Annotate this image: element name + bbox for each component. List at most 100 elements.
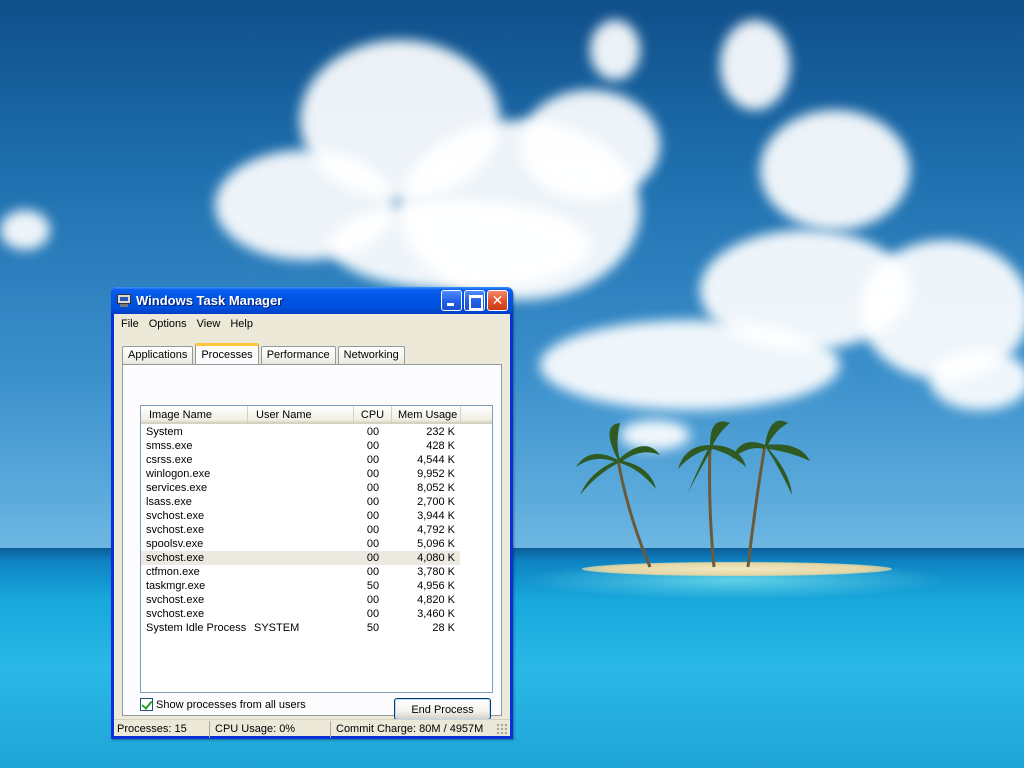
process-cpu: 00 [366, 482, 380, 494]
table-row[interactable]: csrss.exe 00 4,544 K [141, 453, 492, 467]
process-image-name: winlogon.exe [146, 468, 211, 480]
column-cpu[interactable]: CPU [354, 406, 392, 422]
table-row[interactable]: svchost.exe 00 3,460 K [141, 607, 492, 621]
tab-processes[interactable]: Processes [195, 343, 259, 364]
table-row[interactable]: svchost.exe 00 4,820 K [141, 593, 492, 607]
process-image-name: svchost.exe [146, 608, 205, 620]
process-user-name [248, 551, 354, 565]
process-user-name [248, 453, 354, 467]
title-bar[interactable]: Windows Task Manager ✕ [111, 287, 513, 314]
process-cpu: 00 [366, 594, 380, 606]
process-mem-usage: 5,096 K [417, 538, 455, 550]
minimize-icon [442, 291, 461, 310]
process-cpu: 00 [366, 524, 380, 536]
process-image-name: csrss.exe [146, 454, 193, 466]
process-user-name [248, 593, 354, 607]
process-mem-usage: 3,460 K [417, 608, 455, 620]
tab-performance[interactable]: Performance [260, 346, 336, 364]
process-user-name: SYSTEM [254, 622, 300, 634]
maximize-button[interactable] [464, 290, 485, 311]
process-cpu: 00 [366, 440, 380, 452]
table-row[interactable]: svchost.exe 00 4,792 K [141, 523, 492, 537]
process-mem-usage: 3,780 K [417, 566, 455, 578]
table-row[interactable]: spoolsv.exe 00 5,096 K [141, 537, 492, 551]
task-manager-icon [116, 293, 132, 308]
process-user-name [248, 425, 354, 439]
table-row[interactable]: taskmgr.exe 50 4,956 K [141, 579, 492, 593]
tab-strip: Applications Processes Performance Netwo… [122, 343, 407, 364]
task-manager-window: Windows Task Manager ✕ File Options View… [111, 287, 513, 739]
resize-grip-icon[interactable] [496, 723, 508, 735]
close-button[interactable]: ✕ [487, 290, 508, 311]
process-image-name: System Idle Process [146, 622, 247, 634]
process-image-name: lsass.exe [146, 496, 192, 508]
close-icon: ✕ [491, 292, 504, 308]
process-mem-usage: 4,820 K [417, 594, 455, 606]
menu-options[interactable]: Options [144, 316, 192, 332]
table-row[interactable]: services.exe 00 8,052 K [141, 481, 492, 495]
process-cpu: 00 [366, 538, 380, 550]
column-mem-usage[interactable]: Mem Usage [392, 406, 461, 422]
menu-help[interactable]: Help [225, 316, 258, 332]
process-list[interactable]: Image Name User Name CPU Mem Usage Syste… [140, 405, 493, 693]
process-user-name [248, 509, 354, 523]
status-processes: Processes: 15 [114, 720, 210, 738]
table-row[interactable]: winlogon.exe 00 9,952 K [141, 467, 492, 481]
process-user-name [248, 537, 354, 551]
process-user-name [248, 495, 354, 509]
process-user-name [248, 467, 354, 481]
table-row[interactable]: System Idle Process SYSTEM 50 28 K [141, 621, 492, 635]
menu-file[interactable]: File [116, 316, 144, 332]
table-row[interactable]: svchost.exe 00 4,080 K [141, 551, 460, 565]
process-cpu: 00 [366, 510, 380, 522]
window-title: Windows Task Manager [136, 293, 283, 308]
menu-bar: File Options View Help [114, 314, 510, 334]
process-user-name [248, 607, 354, 621]
process-image-name: svchost.exe [146, 552, 205, 564]
column-user-name[interactable]: User Name [248, 406, 354, 422]
process-mem-usage: 428 K [426, 440, 455, 452]
window-client: File Options View Help Applications Proc… [114, 314, 510, 738]
table-row[interactable]: ctfmon.exe 00 3,780 K [141, 565, 492, 579]
process-image-name: System [146, 426, 183, 438]
table-row[interactable]: svchost.exe 00 3,944 K [141, 509, 492, 523]
show-all-users-label: Show processes from all users [156, 698, 306, 711]
process-mem-usage: 4,792 K [417, 524, 455, 536]
status-cpu-usage: CPU Usage: 0% [210, 720, 331, 738]
process-mem-usage: 4,080 K [417, 552, 455, 564]
menu-view[interactable]: View [192, 316, 226, 332]
process-cpu: 00 [366, 496, 380, 508]
process-cpu: 00 [366, 454, 380, 466]
end-process-button[interactable]: End Process [394, 698, 491, 720]
process-cpu: 50 [366, 580, 380, 592]
minimize-button[interactable] [441, 290, 462, 311]
process-mem-usage: 4,956 K [417, 580, 455, 592]
process-mem-usage: 2,700 K [417, 496, 455, 508]
table-row[interactable]: System 00 232 K [141, 425, 492, 439]
process-mem-usage: 232 K [426, 426, 455, 438]
process-mem-usage: 9,952 K [417, 468, 455, 480]
process-user-name [248, 579, 354, 593]
process-cpu: 00 [366, 608, 380, 620]
list-header: Image Name User Name CPU Mem Usage [141, 406, 492, 424]
tab-networking[interactable]: Networking [337, 346, 405, 364]
process-user-name [248, 523, 354, 537]
process-cpu: 00 [366, 426, 380, 438]
process-image-name: svchost.exe [146, 594, 205, 606]
process-cpu: 00 [366, 468, 380, 480]
show-all-users-option[interactable]: Show processes from all users [140, 698, 306, 711]
process-image-name: services.exe [146, 482, 208, 494]
tab-applications[interactable]: Applications [122, 346, 194, 364]
process-rows: System 00 232 K smss.exe 00 428 K csrss.exe 00 4… [141, 424, 492, 635]
process-user-name [248, 481, 354, 495]
process-image-name: spoolsv.exe [146, 538, 204, 550]
process-mem-usage: 4,544 K [417, 454, 455, 466]
process-cpu: 50 [366, 622, 380, 634]
show-all-users-checkbox[interactable] [140, 698, 153, 711]
process-cpu: 00 [366, 566, 380, 578]
column-image-name[interactable]: Image Name [141, 406, 248, 422]
process-image-name: ctfmon.exe [146, 566, 200, 578]
process-user-name [248, 565, 354, 579]
table-row[interactable]: smss.exe 00 428 K [141, 439, 492, 453]
table-row[interactable]: lsass.exe 00 2,700 K [141, 495, 492, 509]
